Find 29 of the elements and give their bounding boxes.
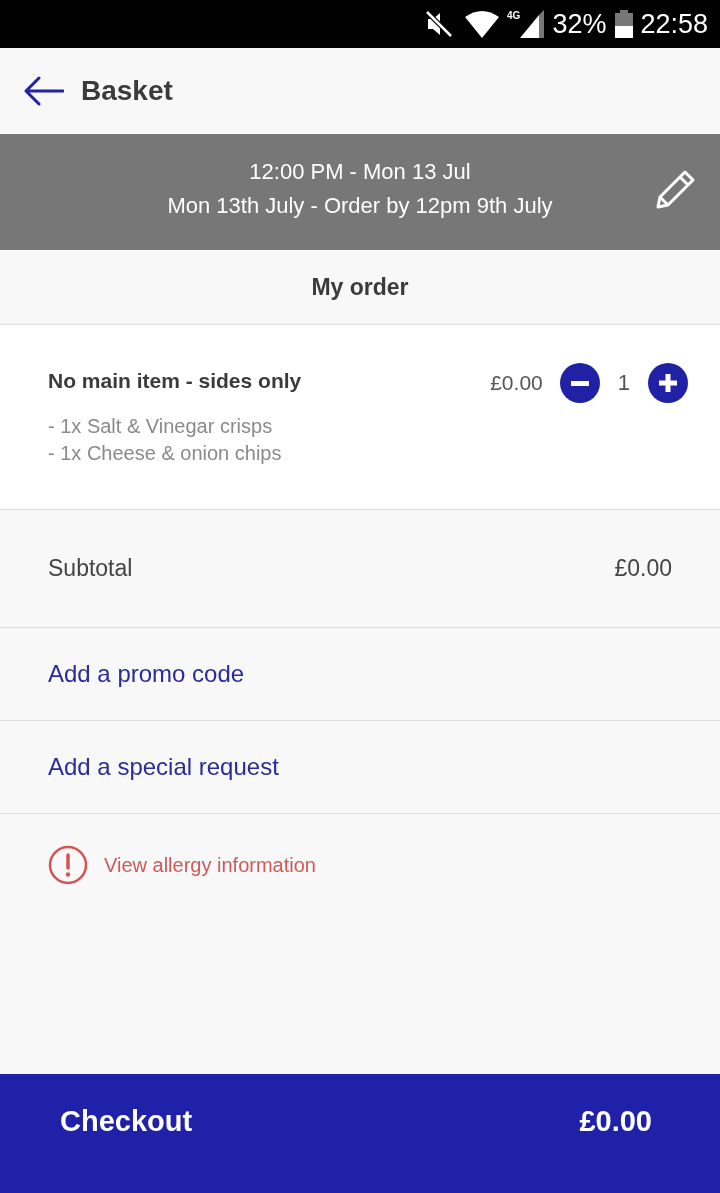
subtotal-amount: £0.00 (614, 555, 672, 582)
plus-icon (659, 374, 677, 392)
minus-icon (570, 380, 589, 386)
quantity: 1 (617, 370, 630, 396)
wifi-icon (465, 10, 500, 38)
item-name: No main item - sides only (48, 368, 302, 394)
back-arrow-icon[interactable] (24, 76, 64, 106)
increase-button[interactable] (648, 363, 688, 403)
network-type-label: 4G (507, 11, 521, 21)
battery-icon (615, 10, 634, 38)
checkout-total: £0.00 (579, 1104, 652, 1138)
special-request-link[interactable]: Add a special request (48, 753, 279, 781)
item-price: £0.00 (490, 371, 543, 395)
signal-icon (520, 10, 545, 38)
side-item: - 1x Cheese & onion chips (48, 441, 283, 466)
side-item: - 1x Salt & Vinegar crisps (48, 414, 274, 439)
promo-code-link[interactable]: Add a promo code (48, 660, 245, 688)
delivery-time: 12:00 PM - Mon 13 Jul (249, 158, 471, 186)
page-title: Basket (81, 74, 173, 108)
muted-speaker-icon (425, 10, 454, 38)
battery-percent: 32% (552, 9, 607, 39)
delivery-date: Mon 13th July - Order by 12pm 9th July (167, 192, 553, 220)
decrease-button[interactable] (559, 363, 600, 403)
alert-icon (48, 845, 88, 885)
section-heading: My order (311, 273, 409, 301)
allergy-info-link[interactable]: View allergy information (104, 853, 316, 877)
clock-time: 22:58 (640, 9, 708, 39)
subtotal-label: Subtotal (48, 555, 133, 582)
checkout-button[interactable]: Checkout £0.00 (0, 1074, 720, 1193)
